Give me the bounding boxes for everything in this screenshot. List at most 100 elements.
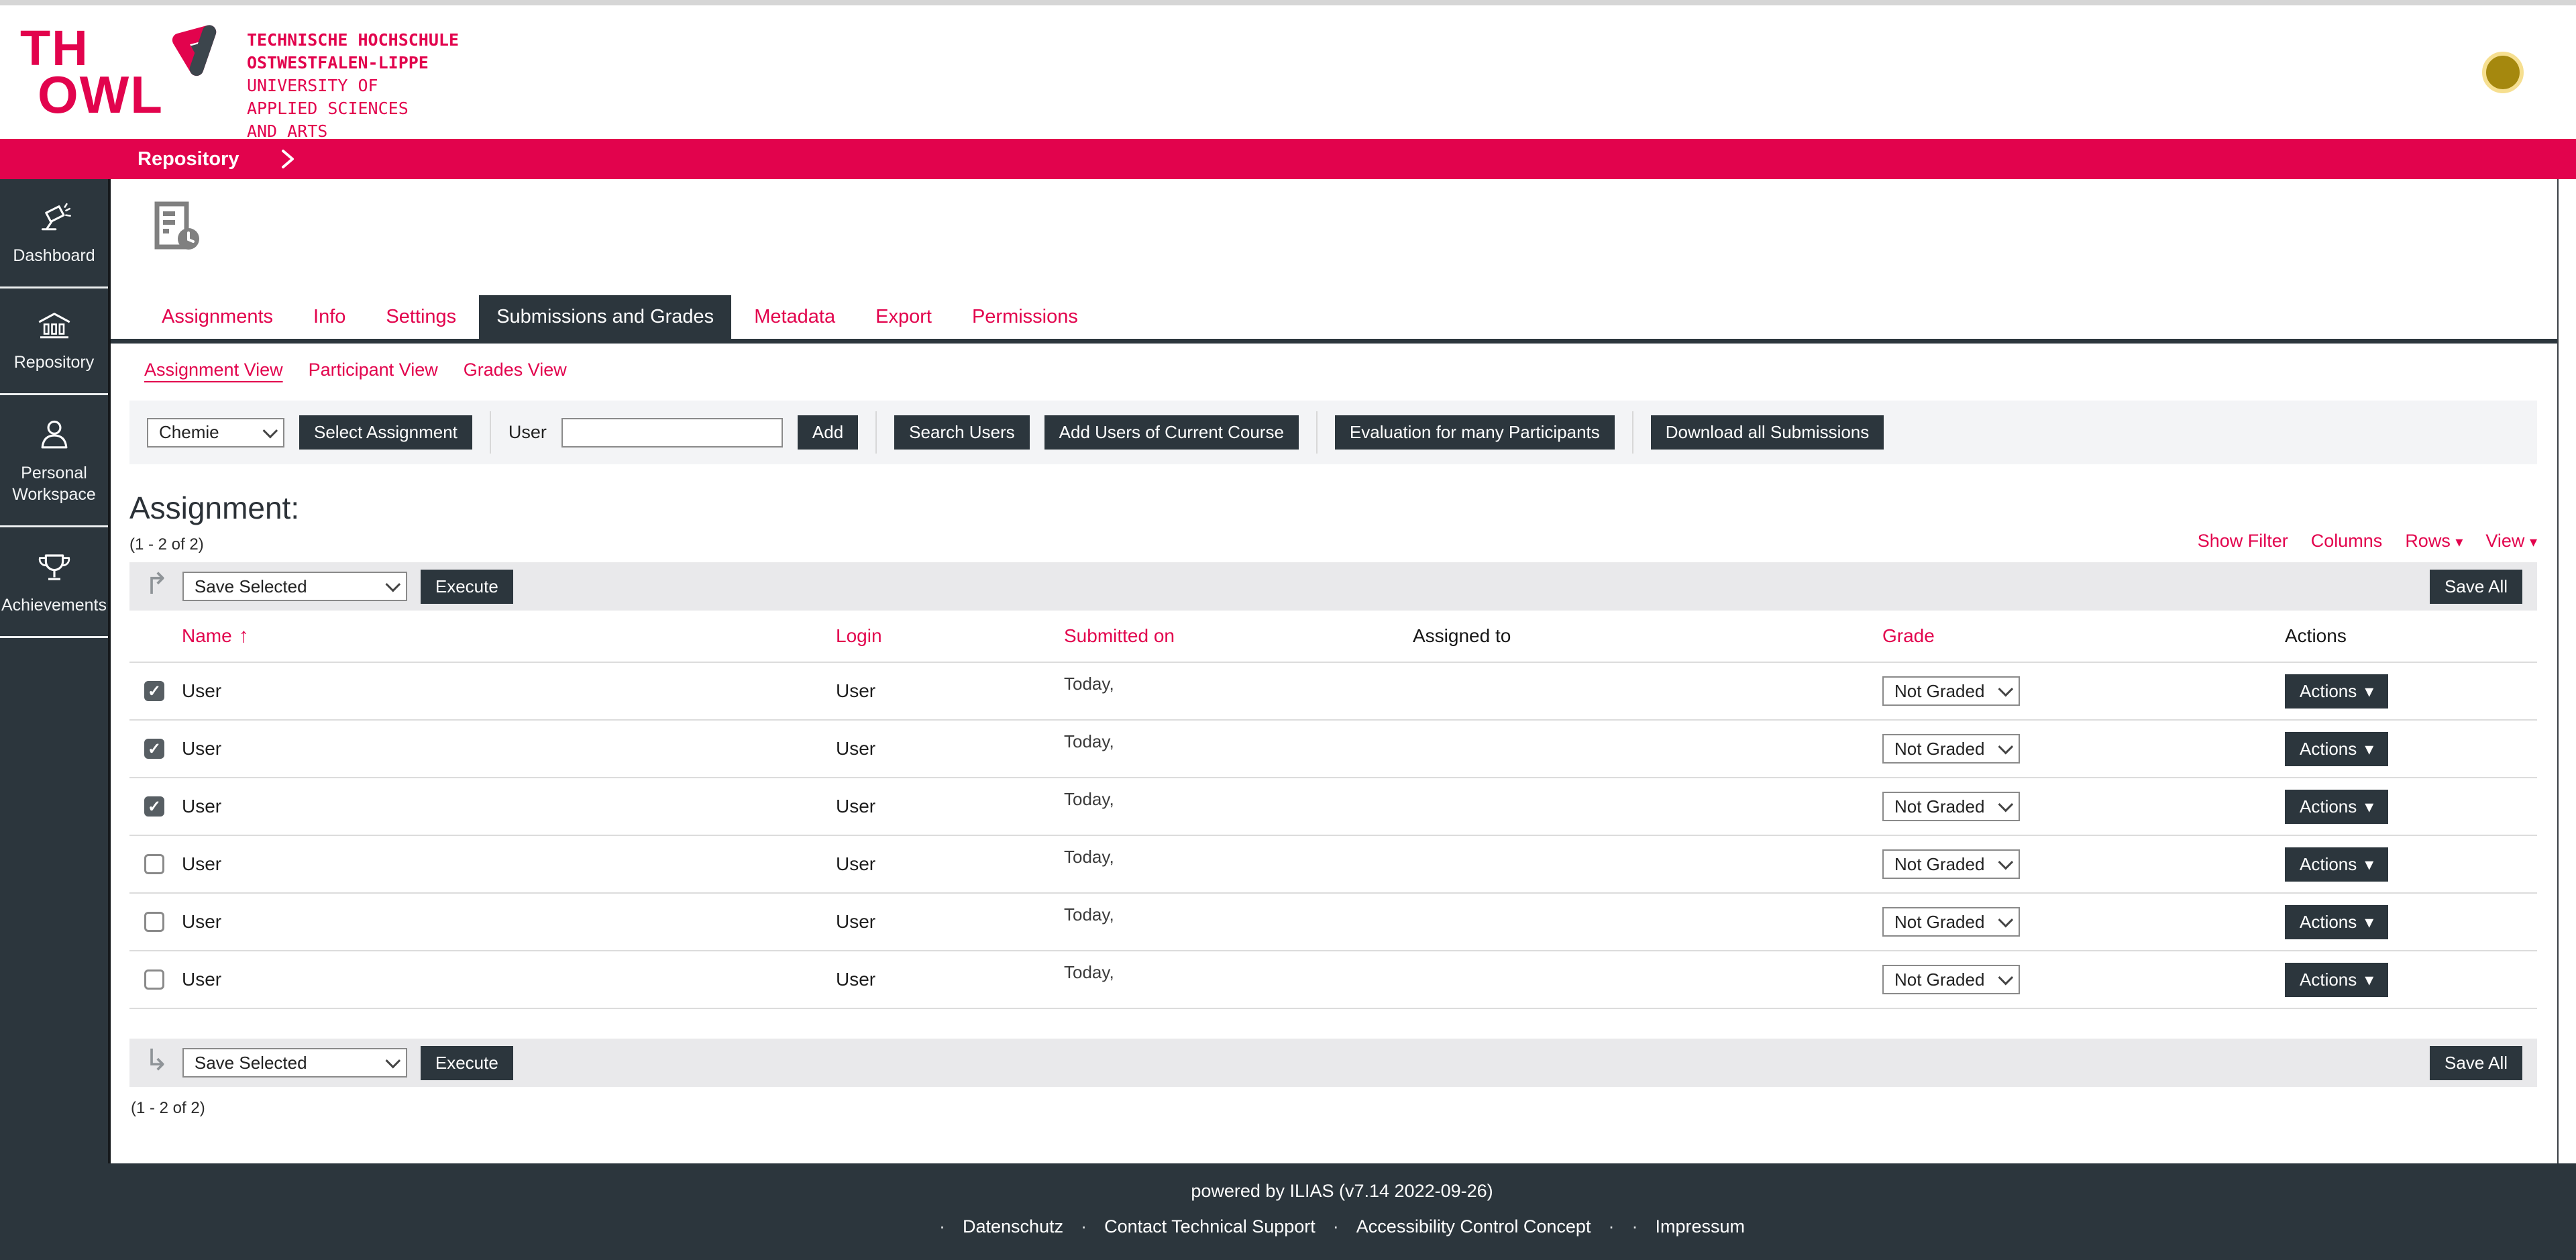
row-checkbox[interactable]: ✓ bbox=[144, 681, 164, 701]
bulk-action-select[interactable]: Save Selected bbox=[182, 572, 407, 601]
row-checkbox[interactable] bbox=[144, 969, 164, 990]
row-actions-button[interactable]: Actions▾ bbox=[2285, 732, 2388, 766]
grade-select[interactable]: Not Graded bbox=[1882, 849, 2020, 879]
chevron-down-icon bbox=[1998, 855, 2014, 870]
footer-link-accessibility-control-concept[interactable]: Accessibility Control Concept bbox=[1356, 1216, 1591, 1237]
main-sidebar: DashboardRepositoryPersonal WorkspaceAch… bbox=[0, 179, 108, 1260]
column-header-name[interactable]: Name↑ bbox=[175, 625, 829, 647]
bulk-action-select-bottom[interactable]: Save Selected bbox=[182, 1048, 407, 1078]
view-dropdown[interactable]: View ▾ bbox=[2485, 531, 2537, 552]
caret-down-icon: ▾ bbox=[2530, 533, 2537, 550]
row-actions-button[interactable]: Actions▾ bbox=[2285, 905, 2388, 939]
th-owl-logo: TH OWL TECHNISCHE HOCHSCHULEOSTWESTFALEN… bbox=[20, 2, 459, 143]
footer-link-contact-technical-support[interactable]: Contact Technical Support bbox=[1104, 1216, 1316, 1237]
tab-info[interactable]: Info bbox=[296, 295, 363, 339]
breadcrumb-label[interactable]: Repository bbox=[138, 148, 239, 170]
columns-link[interactable]: Columns bbox=[2311, 531, 2383, 552]
cell-name: User bbox=[175, 911, 829, 933]
separator-dot: · bbox=[1081, 1216, 1087, 1237]
site-header: TH OWL TECHNISCHE HOCHSCHULEOSTWESTFALEN… bbox=[0, 5, 2576, 139]
column-header-submitted-on[interactable]: Submitted on bbox=[1057, 625, 1406, 647]
grade-select[interactable]: Not Graded bbox=[1882, 965, 2020, 994]
powered-by-text[interactable]: powered by ILIAS (v7.14 2022-09-26) bbox=[108, 1181, 2576, 1202]
tab-bar: AssignmentsInfoSettingsSubmissions and G… bbox=[111, 295, 2557, 344]
tab-submissions-and-grades[interactable]: Submissions and Grades bbox=[479, 295, 731, 339]
cell-login: User bbox=[829, 911, 1057, 933]
breadcrumb-bar: Repository bbox=[0, 139, 2576, 179]
assignment-select[interactable]: Chemie bbox=[147, 418, 284, 448]
grade-select[interactable]: Not Graded bbox=[1882, 792, 2020, 821]
subtab-grades-view[interactable]: Grades View bbox=[464, 360, 567, 380]
row-actions-button[interactable]: Actions▾ bbox=[2285, 790, 2388, 824]
table-header: Name↑ Login Submitted on Assigned to Gra… bbox=[129, 611, 2537, 662]
apply-to-selected-up-icon: ↱ bbox=[144, 570, 169, 599]
execute-button[interactable]: Execute bbox=[421, 570, 513, 604]
grade-select[interactable]: Not Graded bbox=[1882, 734, 2020, 764]
grade-select[interactable]: Not Graded bbox=[1882, 907, 2020, 937]
row-checkbox[interactable] bbox=[144, 912, 164, 932]
row-checkbox[interactable]: ✓ bbox=[144, 796, 164, 817]
add-user-button[interactable]: Add bbox=[798, 415, 858, 450]
subtab-participant-view[interactable]: Participant View bbox=[309, 360, 438, 380]
chevron-down-icon bbox=[1998, 797, 2014, 812]
chevron-down-icon bbox=[1998, 970, 2014, 986]
cell-login: User bbox=[829, 680, 1057, 702]
trophy-icon bbox=[36, 550, 72, 585]
row-checkbox[interactable]: ✓ bbox=[144, 739, 164, 759]
table-row: ✓ User User Today, Not Graded Actions▾ bbox=[129, 777, 2537, 835]
sidebar-item-repository[interactable]: Repository bbox=[0, 288, 108, 395]
cell-name: User bbox=[175, 796, 829, 817]
table-row: User User Today, Not Graded Actions▾ bbox=[129, 892, 2537, 950]
sort-asc-icon: ↑ bbox=[239, 625, 249, 647]
user-input[interactable] bbox=[561, 418, 783, 448]
exercise-object-icon bbox=[154, 201, 202, 254]
logo-wordmark: TH OWL bbox=[20, 26, 164, 118]
row-actions-button[interactable]: Actions▾ bbox=[2285, 847, 2388, 882]
tab-settings[interactable]: Settings bbox=[368, 295, 474, 339]
cell-login: User bbox=[829, 853, 1057, 875]
tab-assignments[interactable]: Assignments bbox=[144, 295, 290, 339]
footer-link-datenschutz[interactable]: Datenschutz bbox=[963, 1216, 1063, 1237]
cell-login: User bbox=[829, 796, 1057, 817]
select-assignment-button[interactable]: Select Assignment bbox=[299, 415, 472, 450]
download-all-submissions-button[interactable]: Download all Submissions bbox=[1651, 415, 1884, 450]
add-users-of-course-button[interactable]: Add Users of Current Course bbox=[1044, 415, 1299, 450]
column-header-login[interactable]: Login bbox=[829, 625, 1057, 647]
row-actions-button[interactable]: Actions▾ bbox=[2285, 674, 2388, 708]
cell-login: User bbox=[829, 969, 1057, 990]
subtab-bar: Assignment View Participant View Grades Vi… bbox=[144, 360, 2537, 380]
execute-button-bottom[interactable]: Execute bbox=[421, 1046, 513, 1080]
desk-lamp-icon bbox=[36, 202, 73, 235]
breadcrumb[interactable]: Repository bbox=[138, 148, 297, 170]
chevron-down-icon bbox=[385, 1053, 400, 1069]
bank-icon bbox=[36, 311, 73, 342]
row-actions-button[interactable]: Actions▾ bbox=[2285, 963, 2388, 997]
person-icon bbox=[38, 418, 71, 453]
save-all-button-bottom[interactable]: Save All bbox=[2430, 1046, 2522, 1080]
user-avatar[interactable] bbox=[2482, 52, 2524, 93]
column-header-grade[interactable]: Grade bbox=[1876, 625, 2278, 647]
sidebar-item-dashboard[interactable]: Dashboard bbox=[0, 179, 108, 288]
sidebar-item-personal-workspace[interactable]: Personal Workspace bbox=[0, 395, 108, 527]
table-title: Assignment: bbox=[129, 490, 299, 526]
logo-triangle-icon bbox=[168, 22, 225, 89]
sidebar-item-achievements[interactable]: Achievements bbox=[0, 527, 108, 638]
search-users-button[interactable]: Search Users bbox=[894, 415, 1030, 450]
grade-select[interactable]: Not Graded bbox=[1882, 676, 2020, 706]
evaluation-many-participants-button[interactable]: Evaluation for many Participants bbox=[1335, 415, 1615, 450]
tab-export[interactable]: Export bbox=[858, 295, 949, 339]
caret-down-icon: ▾ bbox=[2365, 854, 2373, 875]
logo-org-text: TECHNISCHE HOCHSCHULEOSTWESTFALEN-LIPPEU… bbox=[247, 29, 459, 143]
footer-link-impressum[interactable]: Impressum bbox=[1655, 1216, 1745, 1237]
table-controls: Show Filter Columns Rows ▾ View ▾ bbox=[2198, 531, 2537, 554]
show-filter-link[interactable]: Show Filter bbox=[2198, 531, 2288, 552]
tab-permissions[interactable]: Permissions bbox=[955, 295, 1095, 339]
save-all-button[interactable]: Save All bbox=[2430, 570, 2522, 604]
result-range-top: (1 - 2 of 2) bbox=[129, 535, 299, 554]
tab-metadata[interactable]: Metadata bbox=[737, 295, 853, 339]
caret-down-icon: ▾ bbox=[2365, 796, 2373, 817]
page-footer: powered by ILIAS (v7.14 2022-09-26) · Dat… bbox=[108, 1163, 2576, 1260]
subtab-assignment-view[interactable]: Assignment View bbox=[144, 360, 283, 380]
rows-dropdown[interactable]: Rows ▾ bbox=[2405, 531, 2463, 552]
row-checkbox[interactable] bbox=[144, 854, 164, 874]
